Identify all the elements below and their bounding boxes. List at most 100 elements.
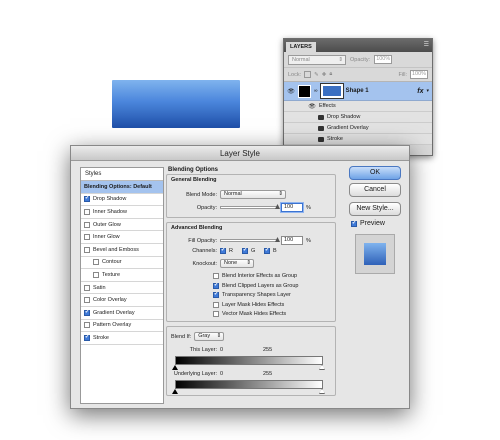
blend-mode-select[interactable]: Normal ⇕ [220,190,286,199]
channel-g-checkbox[interactable] [242,247,248,254]
underlying-layer-white-slider[interactable] [319,389,325,394]
new-style-button[interactable]: New Style... [349,202,401,216]
style-item[interactable]: Color Overlay [81,294,163,307]
preview-toggle[interactable]: Preview [351,220,385,227]
style-checkbox[interactable] [84,208,90,215]
knockout-select[interactable]: None ⇕ [220,259,254,268]
preview-checkbox[interactable] [351,220,357,227]
style-checkbox[interactable] [84,234,90,241]
channel-r-checkbox[interactable] [220,247,226,254]
eye-icon[interactable]: 👁︎ [308,103,316,110]
eye-icon[interactable] [318,114,324,120]
eye-icon[interactable] [318,125,324,131]
style-checkbox[interactable] [84,309,90,316]
effect-row-gradient-overlay[interactable]: Gradient Overlay [284,123,432,134]
chevron-updown-icon: ⇕ [338,56,343,63]
style-item[interactable]: Outer Glow [81,219,163,232]
advanced-option-checkbox[interactable] [213,301,219,308]
advanced-option-checkbox[interactable] [213,282,219,289]
style-checkbox[interactable] [84,221,90,228]
fill-opacity-field[interactable]: 100 [281,236,303,245]
channel-b-label: B [273,248,277,254]
style-item[interactable]: Stroke [81,332,163,345]
panel-menu-icon[interactable]: ☰ [424,41,429,48]
style-checkbox[interactable] [84,246,90,253]
style-checkbox[interactable] [84,322,90,329]
fill-opacity-unit: % [306,237,311,244]
layer-color-thumbnail[interactable] [298,84,311,98]
style-item-label: Inner Shadow [93,208,127,215]
fx-icon[interactable]: fx [417,88,423,95]
effects-row[interactable]: 👁︎ Effects [284,101,432,112]
advanced-option-checkbox[interactable] [213,291,219,298]
general-blending-legend: General Blending [171,177,217,183]
fill-opacity-slider[interactable] [220,237,280,242]
canvas-shape [112,80,240,128]
lock-paint-icon[interactable]: ✎ [314,72,319,78]
layer-opacity-field[interactable]: 100% [374,55,393,64]
style-item[interactable]: Bevel and Emboss [81,244,163,257]
advanced-option[interactable]: Blend Interior Effects as Group [213,273,297,279]
fill-opacity-slider-knob[interactable] [275,237,280,242]
this-layer-gradient[interactable] [175,356,323,365]
advanced-option-checkbox[interactable] [213,273,219,279]
knockout-value: None [224,260,238,266]
eye-icon[interactable] [318,136,324,142]
style-item[interactable]: Gradient Overlay [81,307,163,320]
effect-row-stroke[interactable]: Stroke [284,134,432,145]
styles-header[interactable]: Styles [81,168,163,181]
style-item-label: Texture [102,271,121,278]
style-checkbox[interactable] [93,259,99,266]
layers-tabbar: LAYERS ☰ [284,39,432,52]
style-item-label: Contour [102,259,122,266]
eye-icon[interactable]: 👁︎ [287,88,295,95]
style-checkbox[interactable] [84,334,90,341]
ok-button[interactable]: OK [349,166,401,180]
this-layer-white-slider[interactable] [319,365,325,370]
advanced-option[interactable]: Transparency Shapes Layer [213,291,291,298]
style-item[interactable]: Contour [81,257,163,270]
style-item[interactable]: Texture [81,269,163,282]
opacity-field[interactable]: 100 [281,203,303,212]
vector-mask-thumbnail[interactable] [319,83,344,99]
style-item[interactable]: Pattern Overlay [81,320,163,333]
underlying-layer-black-slider[interactable] [172,389,178,394]
advanced-option[interactable]: Layer Mask Hides Effects [213,301,284,308]
cancel-button[interactable]: Cancel [349,183,401,197]
style-item[interactable]: Inner Glow [81,231,163,244]
lock-all-icon[interactable]: 🔒︎ [329,71,332,78]
lock-transparent-icon[interactable] [304,71,312,78]
opacity-slider-knob[interactable] [275,204,280,209]
advanced-option[interactable]: Vector Mask Hides Effects [213,311,286,317]
style-item[interactable]: Blending Options: Default [81,181,163,194]
collapse-arrow-icon[interactable]: ▾ [426,88,432,94]
advanced-option-label: Vector Mask Hides Effects [222,311,287,317]
layer-fill-field[interactable]: 100% [410,70,428,79]
channel-b-checkbox[interactable] [264,247,270,254]
layer-blend-mode-select[interactable]: Normal ⇕ [288,54,346,65]
blending-options-title: Blending Options [168,167,218,173]
style-item[interactable]: Satin [81,282,163,295]
this-layer-max: 255 [263,347,273,353]
blend-mode-value: Normal [224,191,242,197]
this-layer-black-slider[interactable] [172,365,178,370]
style-item[interactable]: Inner Shadow [81,206,163,219]
layer-row-shape-1[interactable]: 👁︎ ∞ Shape 1 fx ▾ [284,82,432,101]
style-item-label: Pattern Overlay [93,322,132,329]
underlying-layer-min: 0 [220,371,224,377]
lock-move-icon[interactable]: ✚ [322,72,327,78]
blend-if-select[interactable]: Gray ⇕ [194,332,225,341]
style-checkbox[interactable] [84,195,90,203]
layers-tab[interactable]: LAYERS [286,42,316,52]
underlying-layer-gradient[interactable] [175,380,323,389]
style-checkbox[interactable] [93,271,99,278]
style-checkbox[interactable] [84,297,90,304]
advanced-option[interactable]: Blend Clipped Layers as Group [213,282,298,289]
effect-row-drop-shadow[interactable]: Drop Shadow [284,112,432,123]
style-item-label: Drop Shadow [93,196,127,203]
style-checkbox[interactable] [84,284,90,291]
fill-opacity-label: Fill Opacity: [188,237,217,244]
opacity-slider[interactable] [220,204,280,209]
style-item[interactable]: Drop Shadow [81,194,163,207]
advanced-option-checkbox[interactable] [213,311,219,317]
